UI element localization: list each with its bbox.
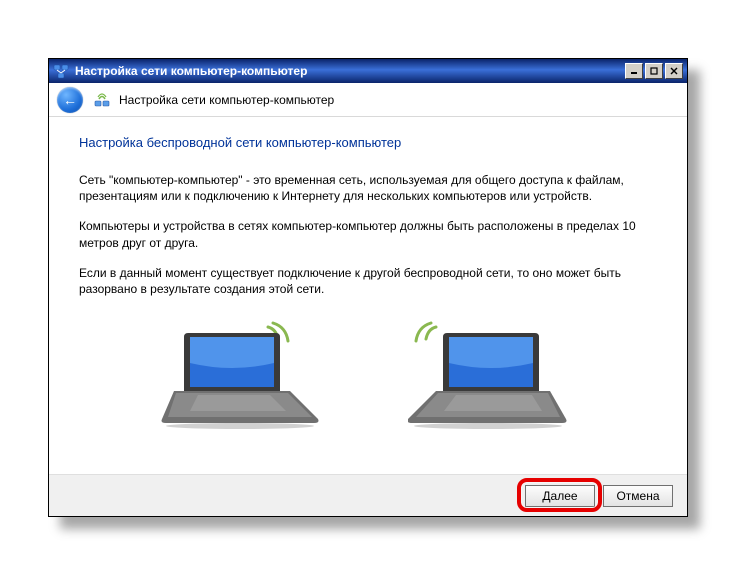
titlebar: Настройка сети компьютер-компьютер <box>49 59 687 83</box>
page-heading: Настройка беспроводной сети компьютер-ко… <box>79 135 657 150</box>
laptop-right-icon <box>408 319 578 432</box>
description-paragraph-1: Сеть "компьютер-компьютер" - это временн… <box>79 172 657 204</box>
maximize-button[interactable] <box>645 63 663 79</box>
wizard-title: Настройка сети компьютер-компьютер <box>119 93 334 107</box>
description-paragraph-3: Если в данный момент существует подключе… <box>79 265 657 297</box>
network-icon <box>53 63 69 79</box>
description-paragraph-2: Компьютеры и устройства в сетях компьюте… <box>79 218 657 250</box>
minimize-button[interactable] <box>625 63 643 79</box>
window-title: Настройка сети компьютер-компьютер <box>75 64 623 78</box>
back-button[interactable]: ← <box>57 87 83 113</box>
content-area: Настройка беспроводной сети компьютер-ко… <box>49 117 687 474</box>
arrow-left-icon: ← <box>63 93 77 107</box>
dialog-window: Настройка сети компьютер-компьютер ← Нас… <box>48 58 688 517</box>
adhoc-network-icon <box>93 91 111 109</box>
illustration <box>79 319 657 432</box>
wizard-footer: Далее Отмена <box>49 474 687 516</box>
close-button[interactable] <box>665 63 683 79</box>
window-controls <box>623 63 683 79</box>
cancel-button[interactable]: Отмена <box>603 485 673 507</box>
next-button[interactable]: Далее <box>525 485 595 507</box>
wizard-header: ← Настройка сети компьютер-компьютер <box>49 83 687 117</box>
laptop-left-icon <box>158 319 328 432</box>
